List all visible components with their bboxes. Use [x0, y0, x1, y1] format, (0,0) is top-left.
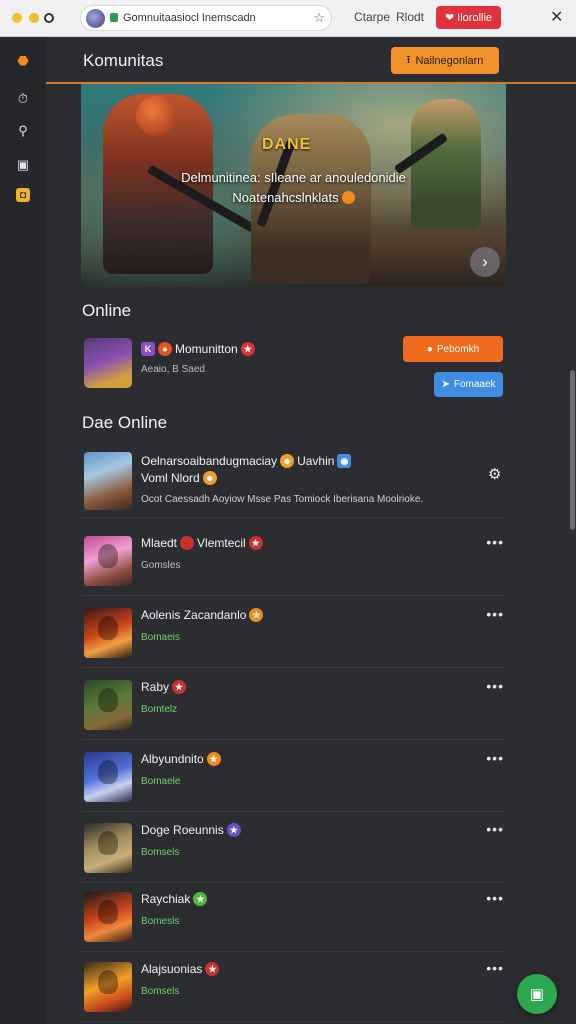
hero-headline: Delmunitinea: sIleane ar anouledonidie: [181, 170, 406, 185]
list-item[interactable]: Doge Roeunnis ★ Bomsels •••: [82, 815, 506, 883]
list-item-status: Bomsels: [141, 847, 180, 858]
avatar: [84, 680, 132, 730]
online-user-sub: Aeaio, B Saed: [141, 364, 205, 375]
list-item-name: Aolenis Zacandanlo: [141, 608, 247, 622]
list-item-status: Bomaeis: [141, 632, 180, 643]
list-item-name: Alajsuonias: [141, 962, 203, 976]
list-item[interactable]: Albyundnito ★ Bomaele •••: [82, 744, 506, 812]
nav-link-1[interactable]: Ctarpe: [354, 10, 390, 24]
list-item-status: Bomaele: [141, 776, 181, 787]
fire-icon: ❤: [444, 12, 455, 24]
avatar: [84, 962, 132, 1012]
list-item-status: Bomesls: [141, 916, 180, 927]
badge-icon: ★: [248, 536, 263, 550]
list-item[interactable]: Alajsuonias ★ Bomsels •••: [82, 954, 506, 1022]
window-minimize-dot[interactable]: [12, 13, 22, 23]
upload-icon: ⭱: [406, 54, 411, 66]
more-options-icon[interactable]: •••: [486, 960, 504, 976]
avatar: [84, 823, 132, 873]
list-item[interactable]: Raychiak ★ Bomesls •••: [82, 884, 506, 952]
list-item[interactable]: Aolenis Zacandanlo ★ Bomaeis •••: [82, 600, 506, 668]
badge-icon: ★: [206, 752, 221, 766]
badge-icon: ★: [249, 608, 264, 622]
lock-icon: [110, 13, 118, 22]
avatar[interactable]: [84, 338, 132, 388]
list-item-status: Bomsels: [141, 986, 180, 997]
section-title-dae-online: Dae Online: [82, 413, 168, 432]
header-action-label: Nailnegonlarn: [415, 54, 484, 67]
emoji-icon: ☻: [202, 471, 217, 485]
chat-icon: ▣: [529, 986, 545, 1003]
page-header: Komunitas ⭱ Nailnegonlarn: [46, 38, 576, 84]
section-title-online: Online: [82, 301, 132, 320]
browser-cta-label: Ilorollie: [457, 11, 493, 24]
bookmark-star-icon[interactable]: ☆: [313, 10, 325, 26]
online-user-name[interactable]: K ● Momunitton ★: [141, 342, 255, 356]
address-bar[interactable]: Gomnuitaasiocl Inemscadn ☆: [80, 5, 332, 31]
list-item-status: Bomtelz: [141, 704, 178, 715]
hero-banner[interactable]: DANE Delmunitinea: sIleane ar anouledoni…: [81, 84, 506, 287]
badge-icon: K: [141, 342, 155, 356]
scrollbar[interactable]: [570, 370, 575, 530]
list-item-desc: Ocot Caessadh Aoyiow Msse Pas Tomiock Ib…: [141, 494, 424, 505]
window-close-dot[interactable]: [44, 13, 54, 23]
send-icon: ➤: [441, 379, 450, 390]
avatar: [84, 752, 132, 802]
more-options-icon[interactable]: •••: [486, 606, 504, 622]
badge-icon: ★: [226, 823, 241, 837]
badge-icon: ●: [158, 342, 172, 356]
nav-link-2[interactable]: Rlodt: [396, 10, 424, 24]
list-item[interactable]: Mlaedt Vlemtecil ★ Gomsles •••: [82, 528, 506, 596]
store-icon[interactable]: ◘: [16, 188, 30, 202]
list-item-name: Doge Roeunnis: [141, 823, 224, 837]
list-item-name: Raychiak: [141, 892, 191, 906]
more-options-icon[interactable]: •••: [486, 534, 504, 550]
chat-icon[interactable]: ▣: [14, 156, 32, 174]
user-icon: ●: [426, 343, 433, 355]
verified-icon: ◉: [337, 454, 352, 468]
browser-toolbar: Gomnuitaasiocl Inemscadn ☆ Ctarpe Rlodt …: [0, 0, 576, 37]
close-icon[interactable]: ✕: [550, 7, 563, 27]
avatar: [84, 536, 132, 586]
status-dot-icon: [180, 536, 195, 550]
primary-button[interactable]: ● Pebomkh: [403, 336, 503, 362]
list-item-status: Gomsles: [141, 560, 181, 571]
timer-icon[interactable]: ⏱: [14, 90, 32, 108]
emoji-icon: ☻: [280, 454, 295, 468]
avatar: [84, 452, 132, 510]
list-item-name: Raby: [141, 680, 170, 694]
header-action-button[interactable]: ⭱ Nailnegonlarn: [391, 47, 499, 74]
more-options-icon[interactable]: •••: [486, 750, 504, 766]
list-item[interactable]: Oelnarsoaibandugmaciay ☻ Uavhin ◉ Voml N…: [82, 452, 506, 518]
more-options-icon[interactable]: •••: [486, 678, 504, 694]
window-maximize-dot[interactable]: [29, 13, 39, 23]
badge-icon: ★: [205, 962, 220, 976]
gear-icon[interactable]: ⚙: [488, 465, 501, 483]
home-icon[interactable]: ⬣: [14, 52, 32, 70]
search-icon[interactable]: ⚲: [14, 122, 32, 140]
list-item[interactable]: Raby ★ Bomtelz •••: [82, 672, 506, 740]
hero-character-right: [411, 99, 481, 229]
badge-icon: ★: [172, 680, 187, 694]
avatar: [84, 608, 132, 658]
browser-cta-button[interactable]: ❤ Ilorollie: [436, 6, 501, 29]
secondary-button[interactable]: ➤ Fomaaek: [434, 372, 503, 397]
floating-chat-button[interactable]: ▣: [517, 974, 557, 1014]
chevron-right-icon[interactable]: ›: [470, 247, 500, 277]
avatar: [84, 892, 132, 942]
list-item-tag: Vlemtecil: [197, 536, 246, 550]
more-options-icon[interactable]: •••: [486, 890, 504, 906]
site-favicon-icon: [86, 9, 105, 28]
url-text: Gomnuitaasiocl Inemscadn: [123, 12, 256, 24]
more-options-icon[interactable]: •••: [486, 821, 504, 837]
list-item-name: Mlaedt: [141, 536, 178, 550]
star-icon: ★: [240, 342, 255, 356]
left-rail: ⬣ ⏱ ⚲ ▣ ◘: [0, 38, 46, 1024]
hero-emoji-icon: [341, 191, 355, 204]
badge-icon: ★: [193, 892, 208, 906]
hero-subline: Noatenahcslnklats: [81, 190, 506, 205]
hero-badge: DANE: [262, 136, 312, 153]
list-item-name: Albyundnito: [141, 752, 204, 766]
page-title: Komunitas: [83, 51, 164, 70]
